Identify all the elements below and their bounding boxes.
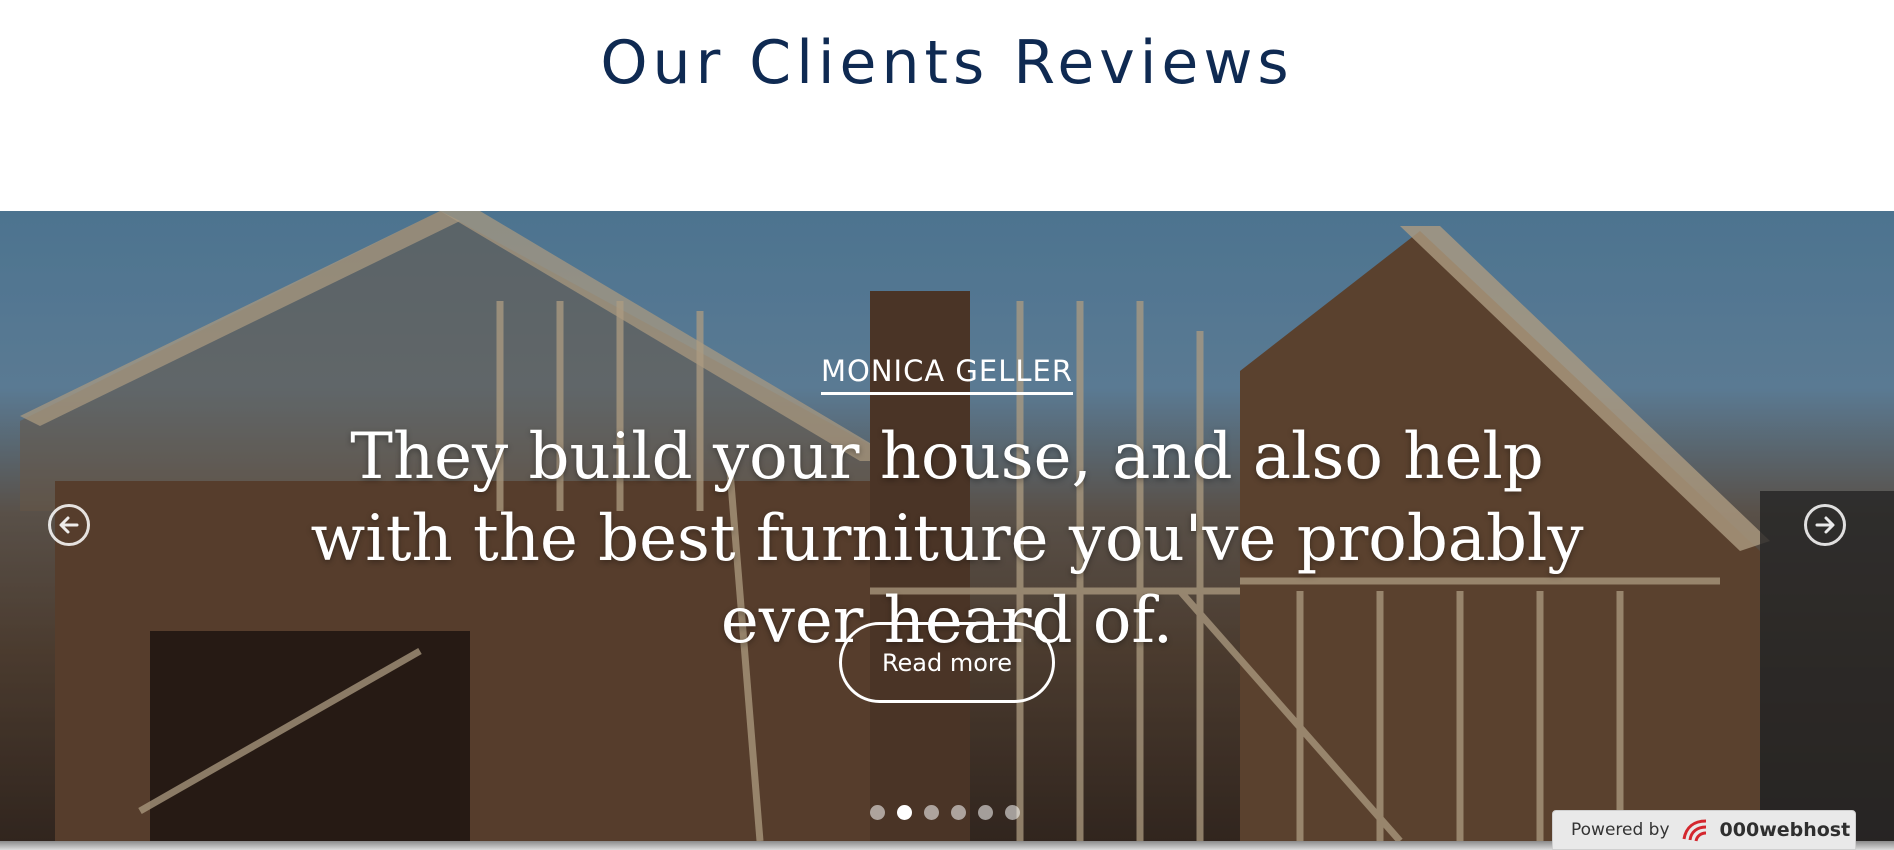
next-slide-button[interactable] [1804,504,1846,546]
carousel-dot[interactable] [924,805,939,820]
000webhost-logo-icon [1682,819,1706,842]
carousel-dot[interactable] [951,805,966,820]
read-more-button[interactable]: Read more [839,622,1055,703]
section-title: Our Clients Reviews [600,28,1294,98]
carousel-dot[interactable] [897,805,912,820]
arrow-left-circle-icon [59,516,79,534]
powered-by-label: Powered by [1571,820,1670,840]
powered-by-badge[interactable]: Powered by 000webhost [1552,810,1856,850]
powered-by-brand: 000webhost [1719,819,1851,841]
carousel-indicators [870,805,1020,820]
arrow-right-circle-icon [1815,516,1835,534]
previous-slide-button[interactable] [48,504,90,546]
reviews-carousel: MONICA GELLER They build your house, and… [0,211,1894,841]
carousel-dot[interactable] [1005,805,1020,820]
client-name: MONICA GELLER [0,354,1894,395]
carousel-dot[interactable] [978,805,993,820]
client-name-text: MONICA GELLER [821,354,1073,395]
carousel-dot[interactable] [870,805,885,820]
